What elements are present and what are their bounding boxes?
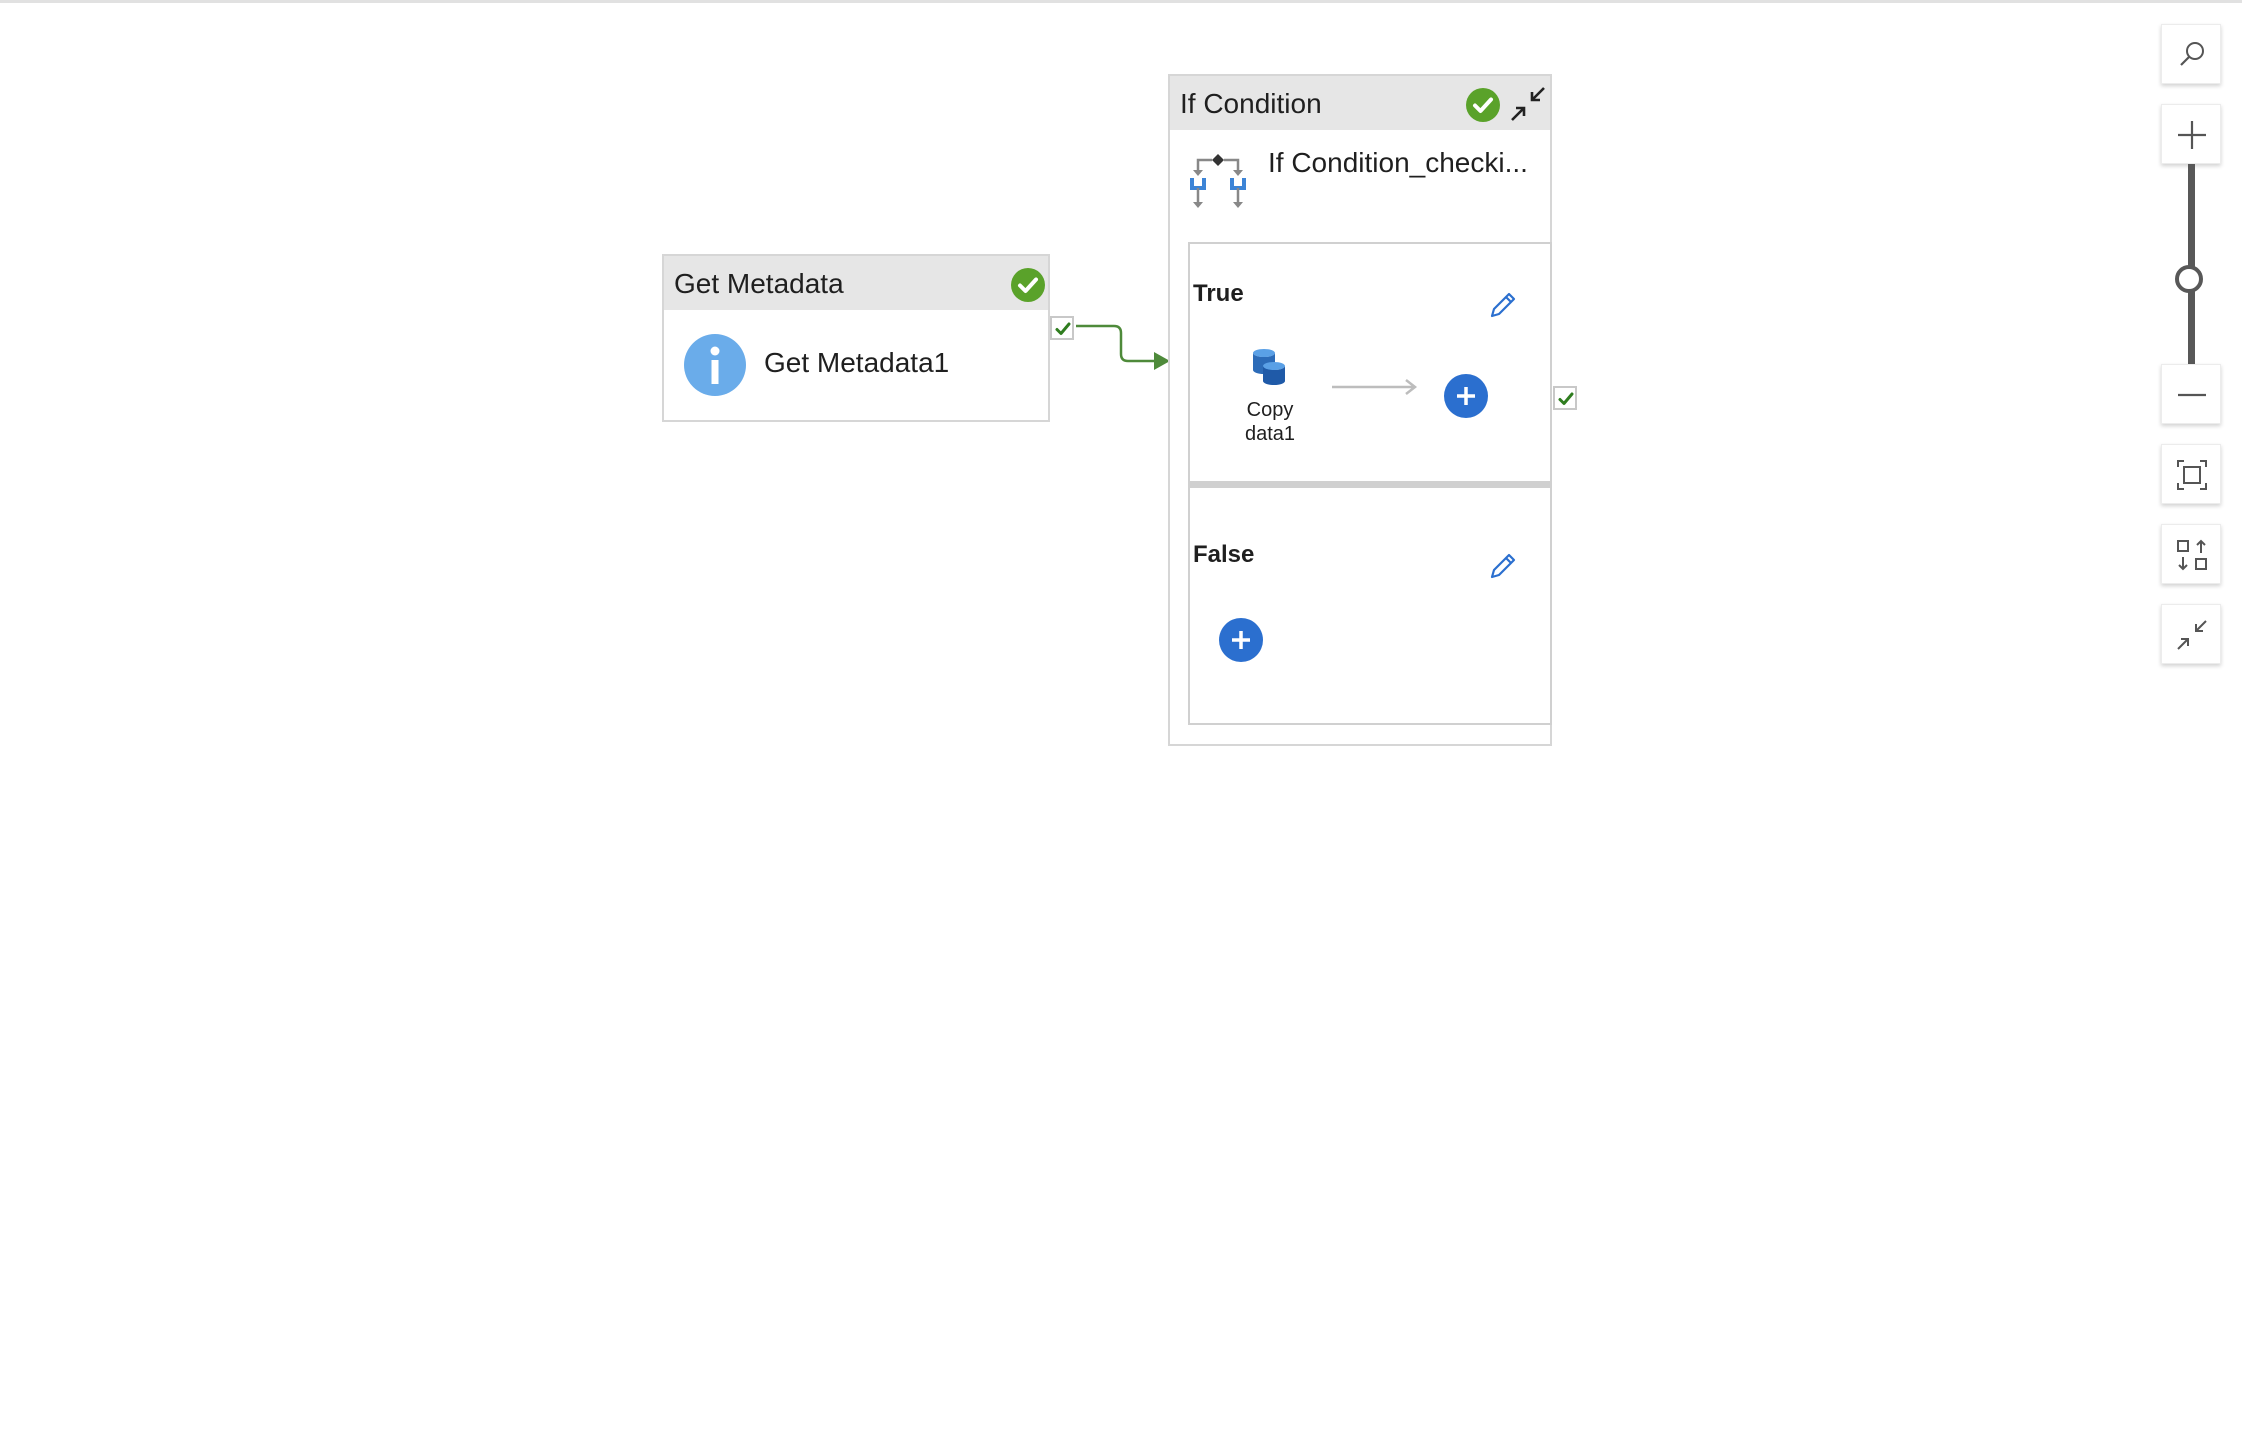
fit-to-screen-icon xyxy=(2177,460,2207,490)
zoom-out-icon xyxy=(2178,393,2206,397)
success-output-port[interactable] xyxy=(1553,386,1577,410)
collapse-all-icon xyxy=(2177,620,2207,650)
fit-to-screen-button[interactable] xyxy=(2161,444,2221,504)
success-output-port[interactable] xyxy=(1050,316,1074,340)
copy-data-icon[interactable] xyxy=(1248,346,1288,386)
activity-name: Get Metadata1 xyxy=(764,347,950,378)
add-activity-button[interactable] xyxy=(1444,374,1488,418)
activity-header: Get Metadata xyxy=(664,256,1048,310)
zoom-in-icon xyxy=(2178,121,2206,149)
add-activity-button[interactable] xyxy=(1219,618,1263,662)
success-check-icon xyxy=(1011,268,1045,302)
zoom-out-button[interactable] xyxy=(2161,364,2221,424)
search-button[interactable] xyxy=(2161,24,2221,84)
activity-name: If Condition_checki... xyxy=(1268,147,1528,178)
true-branch-container[interactable]: True Copy data1 xyxy=(1188,242,1552,483)
auto-align-button[interactable] xyxy=(2161,524,2221,584)
add-activity-arrow xyxy=(1332,379,1418,395)
zoom-in-button[interactable] xyxy=(2161,104,2221,164)
edit-pencil-icon[interactable] xyxy=(1486,288,1520,322)
branch-label: True xyxy=(1193,280,1244,307)
top-divider xyxy=(0,0,2242,3)
search-icon xyxy=(2180,42,2204,66)
if-condition-icon xyxy=(1190,154,1246,208)
collapse-icon[interactable] xyxy=(1510,86,1546,122)
success-check-icon xyxy=(1466,88,1500,122)
get-metadata-activity[interactable]: Get Metadata Get Metadata1 xyxy=(662,254,1050,422)
activity-header: If Condition xyxy=(1170,76,1550,130)
edit-pencil-icon[interactable] xyxy=(1486,549,1520,583)
if-condition-activity[interactable]: If Condition If Condition_checki... True… xyxy=(1168,74,1552,746)
auto-align-icon xyxy=(2177,539,2207,571)
activity-type-label: If Condition xyxy=(1180,88,1322,119)
zoom-slider-track[interactable] xyxy=(2188,164,2195,364)
branch-label: False xyxy=(1193,541,1255,568)
activity-type-label: Get Metadata xyxy=(674,268,844,299)
info-icon xyxy=(684,334,746,396)
collapse-all-button[interactable] xyxy=(2161,604,2221,664)
false-branch-container[interactable]: False xyxy=(1188,483,1552,725)
success-connector-arrow[interactable] xyxy=(1074,318,1174,374)
zoom-slider-thumb[interactable] xyxy=(2175,265,2203,293)
copy-data-activity-label[interactable]: Copy data1 xyxy=(1230,398,1310,446)
